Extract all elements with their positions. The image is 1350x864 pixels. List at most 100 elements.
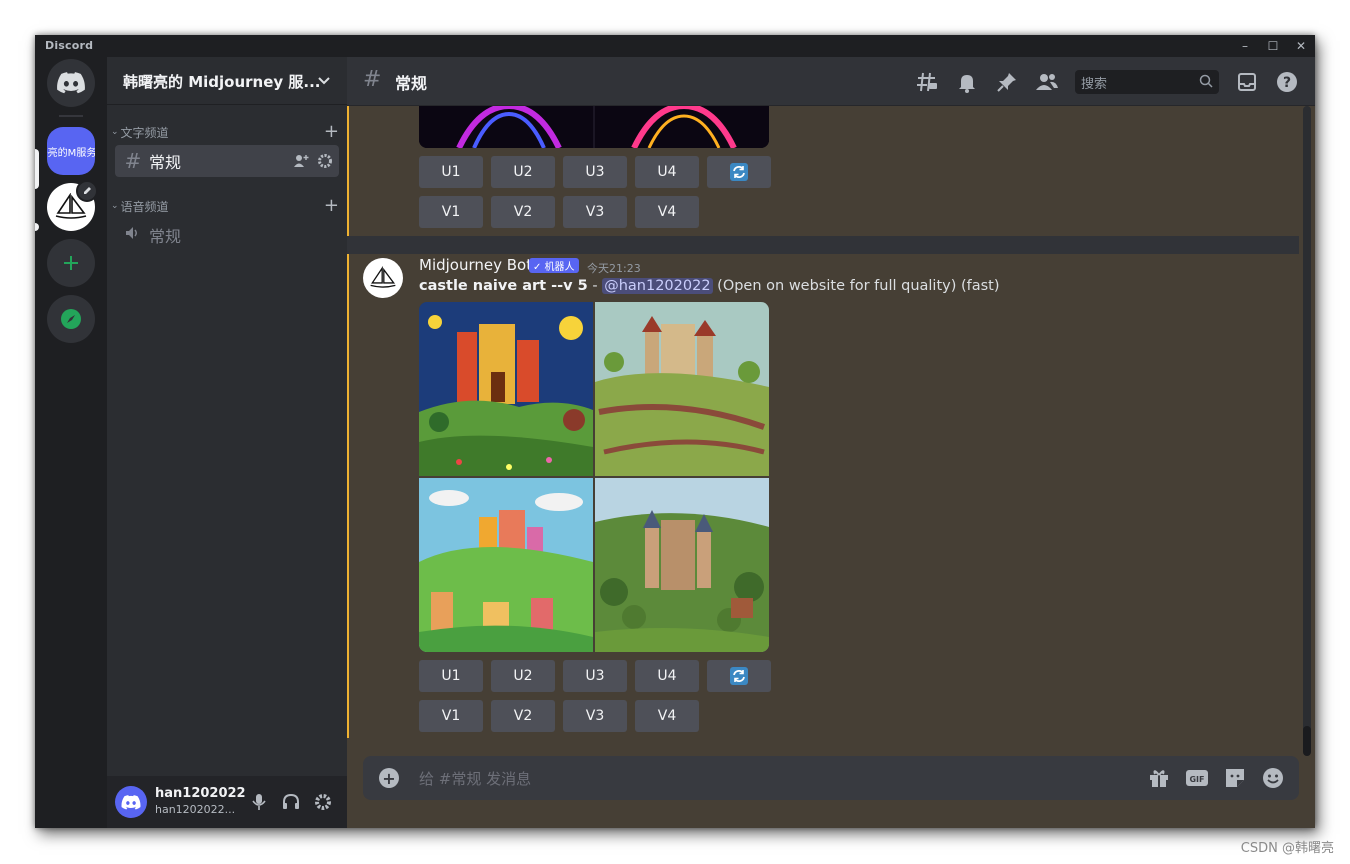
- v1-button[interactable]: V1: [419, 700, 483, 732]
- u2-button[interactable]: U2: [491, 156, 555, 188]
- server-name: 韩曙亮的 Midjourney 服...: [123, 73, 321, 91]
- scrollbar-thumb[interactable]: [1303, 726, 1311, 756]
- category-label: 语音频道: [120, 199, 169, 214]
- message-suffix: (Open on website for full quality) (fast…: [712, 278, 1000, 294]
- bell-icon[interactable]: [955, 70, 979, 94]
- speaker-icon: [123, 223, 143, 247]
- v4-button[interactable]: V4: [635, 196, 699, 228]
- gift-icon[interactable]: [1147, 766, 1171, 790]
- threads-icon[interactable]: [915, 70, 939, 94]
- category-text[interactable]: ⌄ 文字频道 +: [111, 121, 339, 142]
- guild-hanshuliang-icon[interactable]: 曙亮的M服务: [47, 127, 95, 175]
- prompt-text: castle naive art --v 5: [419, 278, 588, 294]
- explore-servers-button[interactable]: [47, 295, 95, 343]
- hash-icon: #: [363, 67, 382, 92]
- pin-icon[interactable]: [995, 70, 1019, 94]
- boost-icon: [76, 180, 98, 202]
- unread-pill: [35, 223, 39, 231]
- image-grid[interactable]: [419, 302, 769, 652]
- create-channel-icon[interactable]: +: [324, 195, 339, 216]
- channel-sidebar: 韩曙亮的 Midjourney 服... ⌄ 文字频道 + # 常规 ⌄ 语音频…: [107, 57, 347, 828]
- server-header[interactable]: 韩曙亮的 Midjourney 服...: [107, 57, 347, 105]
- category-label: 文字频道: [120, 125, 169, 140]
- v3-button[interactable]: V3: [563, 700, 627, 732]
- channel-label: 常规: [149, 227, 182, 246]
- channel-general-voice[interactable]: 常规: [115, 219, 339, 251]
- avatar[interactable]: [115, 786, 147, 818]
- headphones-icon[interactable]: [281, 792, 301, 812]
- reroll-button[interactable]: [707, 660, 771, 692]
- category-voice[interactable]: ⌄ 语音频道 +: [111, 195, 339, 216]
- reroll-button[interactable]: [707, 156, 771, 188]
- v3-button[interactable]: V3: [563, 196, 627, 228]
- channel-label: 常规: [149, 153, 182, 172]
- separator: -: [587, 278, 603, 294]
- u2-button[interactable]: U2: [491, 660, 555, 692]
- refresh-icon: [730, 163, 748, 181]
- search-icon: [1199, 74, 1213, 88]
- message-divider: [347, 236, 1299, 254]
- v1-button[interactable]: V1: [419, 196, 483, 228]
- search-placeholder: 搜索: [1081, 77, 1108, 92]
- upscale-button-row: U1 U2 U3 U4: [419, 660, 771, 692]
- inbox-icon[interactable]: [1235, 70, 1259, 94]
- rail-separator: [59, 115, 83, 117]
- home-button[interactable]: [47, 59, 95, 107]
- chevron-down-icon: ⌄: [111, 127, 119, 137]
- discord-logo-icon: [121, 794, 141, 810]
- member-list-icon[interactable]: [1035, 70, 1059, 94]
- message-list: U1 U2 U3 U4 V1 V2 V3 V4 Midjourney Bot ✓…: [347, 106, 1315, 738]
- watermark: CSDN @韩曙亮: [1240, 841, 1334, 856]
- u1-button[interactable]: U1: [419, 660, 483, 692]
- gif-icon[interactable]: GIF: [1185, 766, 1209, 790]
- title-bar: Discord – ☐ ✕: [35, 35, 1315, 57]
- close-icon[interactable]: ✕: [1289, 37, 1313, 55]
- v2-button[interactable]: V2: [491, 196, 555, 228]
- u4-button[interactable]: U4: [635, 660, 699, 692]
- discord-window: Discord – ☐ ✕ 曙亮的M服务 韩曙亮的 Midjourney 服..…: [35, 35, 1315, 828]
- gear-icon[interactable]: [313, 792, 333, 812]
- u1-button[interactable]: U1: [419, 156, 483, 188]
- compass-icon: [61, 309, 81, 329]
- svg-text:GIF: GIF: [1189, 775, 1204, 784]
- user-mention[interactable]: @han1202022: [602, 278, 713, 294]
- invite-icon[interactable]: [293, 153, 309, 169]
- message-content: castle naive art --v 5 - @han1202022 (Op…: [419, 278, 1000, 294]
- channel-general-text[interactable]: # 常规: [115, 145, 339, 177]
- bot-badge: ✓ 机器人: [529, 258, 579, 273]
- gear-icon[interactable]: [317, 153, 333, 169]
- u4-button[interactable]: U4: [635, 156, 699, 188]
- svg-text:?: ?: [1283, 75, 1291, 91]
- minimize-icon[interactable]: –: [1233, 37, 1257, 55]
- user-panel: han1202022 han1202022...: [107, 776, 347, 828]
- chevron-down-icon: [318, 77, 330, 85]
- image-grid-previous[interactable]: [419, 106, 769, 148]
- message-midjourney: Midjourney Bot ✓ 机器人 今天21:23 castle naiv…: [347, 254, 1299, 738]
- help-icon[interactable]: ?: [1275, 70, 1299, 94]
- v4-button[interactable]: V4: [635, 700, 699, 732]
- sticker-icon[interactable]: [1223, 766, 1247, 790]
- maximize-icon[interactable]: ☐: [1261, 37, 1285, 55]
- message-previous: U1 U2 U3 U4 V1 V2 V3 V4: [347, 106, 1299, 236]
- message-author[interactable]: Midjourney Bot: [419, 256, 532, 274]
- scrollbar[interactable]: [1303, 106, 1311, 756]
- v2-button[interactable]: V2: [491, 700, 555, 732]
- create-channel-icon[interactable]: +: [324, 121, 339, 142]
- avatar[interactable]: [363, 258, 403, 298]
- emoji-icon[interactable]: [1261, 766, 1285, 790]
- microphone-icon[interactable]: [249, 792, 269, 812]
- message-timestamp: 今天21:23: [587, 262, 641, 275]
- variation-button-row: V1 V2 V3 V4: [419, 196, 699, 228]
- refresh-icon: [730, 667, 748, 685]
- u3-button[interactable]: U3: [563, 156, 627, 188]
- search-input[interactable]: 搜索: [1075, 70, 1219, 94]
- sailboat-icon: [370, 266, 396, 288]
- add-server-button[interactable]: [47, 239, 95, 287]
- channel-title: 常规: [395, 74, 428, 93]
- guild-label: 曙亮的M服务: [47, 147, 95, 159]
- u3-button[interactable]: U3: [563, 660, 627, 692]
- message-composer[interactable]: + 给 #常规 发消息 GIF: [363, 756, 1299, 800]
- variation-button-row: V1 V2 V3 V4: [419, 700, 699, 732]
- attach-plus-icon[interactable]: +: [379, 768, 399, 788]
- app-name: Discord: [45, 39, 94, 52]
